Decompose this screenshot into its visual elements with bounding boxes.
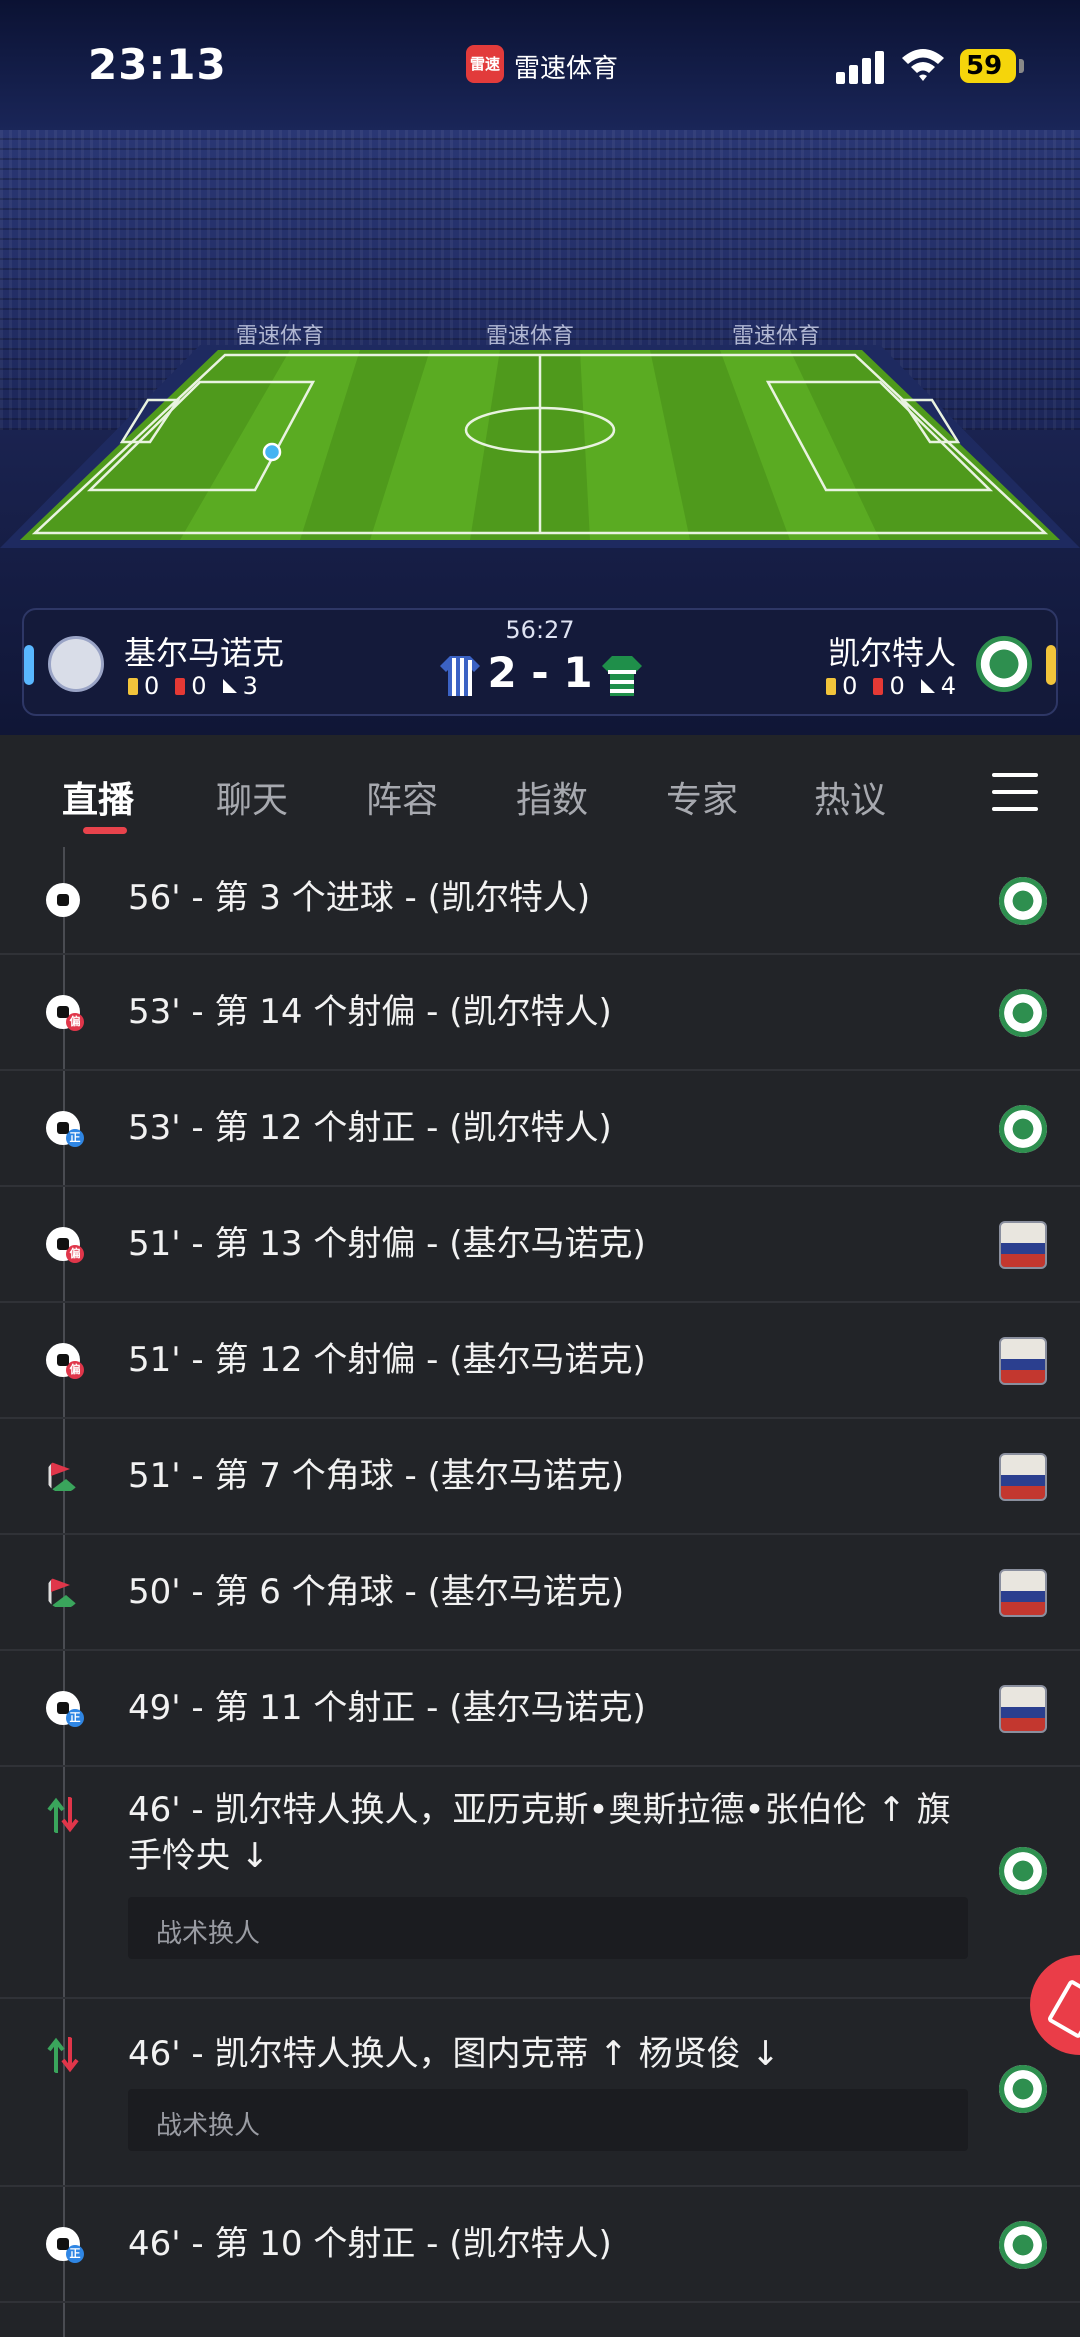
ball-position-marker (262, 442, 282, 462)
event-text: 51' - 第 12 个射偏 - (基尔马诺克) (128, 1340, 646, 1380)
tab-live[interactable]: 直播 (62, 771, 134, 823)
away-corner-count: 4 (940, 672, 956, 700)
event-text: 46' - 凯尔特人换人，图内克蒂 ↑ 杨贤俊 ↓ (128, 2034, 780, 2074)
app-logo-icon: 雷速 (466, 45, 504, 83)
timeline-event[interactable]: 46' - 凯尔特人换人，图内克蒂 ↑ 杨贤俊 ↓ 战术换人 (0, 1999, 1080, 2187)
timeline-event[interactable]: 偏 53' - 第 14 个射偏 - (凯尔特人) (0, 955, 1080, 1071)
away-yellow-count: 0 (842, 672, 858, 700)
reason-text: 战术换人 (156, 2111, 261, 2141)
shot-off-icon: 偏 (46, 1227, 84, 1263)
substitution-icon (47, 1797, 79, 1833)
shot-off-tag: 偏 (66, 1013, 84, 1031)
timeline-event[interactable]: 偏 51' - 第 13 个射偏 - (基尔马诺克) (0, 1187, 1080, 1303)
battery-tip (1019, 59, 1024, 73)
timeline-event[interactable]: 50' - 第 6 个角球 - (基尔马诺克) (0, 1535, 1080, 1651)
event-text: 46' - 第 10 个射正 - (凯尔特人) (128, 2224, 612, 2264)
away-kit-icon (602, 656, 642, 696)
timeline-event[interactable]: 51' - 第 7 个角球 - (基尔马诺克) (0, 1419, 1080, 1535)
signal-icon (836, 50, 886, 84)
ad-board-text: 雷速体育 (486, 324, 575, 349)
tab-chat[interactable]: 聊天 (216, 771, 288, 823)
timeline-event[interactable]: 46' - 凯尔特人换人，亚历克斯•奥斯拉德•张伯伦 ↑ 旗手怜央 ↓ 战术换人 (0, 1767, 1080, 1999)
shot-on-tag: 正 (66, 1129, 84, 1147)
shot-on-tag: 正 (66, 2245, 84, 2263)
celtic-crest-icon (999, 2221, 1047, 2269)
timeline-event[interactable]: 56' - 第 3 个进球 - (凯尔特人) (0, 847, 1080, 955)
shot-off-tag: 偏 (66, 1245, 84, 1263)
kilmarnock-crest-icon (999, 1337, 1047, 1385)
away-side-marker (1046, 645, 1056, 685)
active-tab-indicator (83, 827, 127, 834)
celtic-crest-icon (999, 1105, 1047, 1153)
celtic-crest-icon (999, 1847, 1047, 1895)
corner-flag-icon (48, 1461, 80, 1491)
substitution-icon (47, 2037, 79, 2073)
event-text: 49' - 第 11 个射正 - (基尔马诺克) (128, 1688, 646, 1728)
yellow-card-icon (826, 677, 837, 695)
corner-flag-icon (48, 1577, 80, 1607)
event-text: 51' - 第 13 个射偏 - (基尔马诺克) (128, 1224, 646, 1264)
timeline-event[interactable]: 偏 51' - 第 12 个射偏 - (基尔马诺克) (0, 1303, 1080, 1419)
timeline-event[interactable]: 正 49' - 第 11 个射正 - (基尔马诺克) (0, 1651, 1080, 1767)
away-team-name: 凯尔特人 (827, 634, 956, 672)
menu-icon[interactable] (992, 773, 1038, 811)
event-text: 53' - 第 12 个射正 - (凯尔特人) (128, 1108, 612, 1148)
event-text: 46' - 凯尔特人换人，亚历克斯•奥斯拉德•张伯伦 ↑ 旗手怜央 ↓ (128, 1790, 951, 1876)
away-team-stats: 0 0 4 (826, 672, 956, 700)
ad-board-text: 雷速体育 (236, 324, 325, 349)
kilmarnock-crest-icon (999, 1453, 1047, 1501)
goal-ball-icon (46, 883, 80, 917)
shot-on-icon: 正 (46, 1691, 84, 1727)
event-text: 53' - 第 14 个射偏 - (凯尔特人) (128, 992, 612, 1032)
kilmarnock-crest-icon (999, 1685, 1047, 1733)
shot-on-icon: 正 (46, 1111, 84, 1147)
substitution-reason: 战术换人 (128, 1897, 968, 1959)
ad-board-text: 雷速体育 (732, 324, 821, 349)
shot-off-icon: 偏 (46, 995, 84, 1031)
red-card-icon (873, 677, 884, 695)
substitution-reason: 战术换人 (128, 2089, 968, 2151)
app-title: 雷速体育 (514, 54, 619, 84)
live-event-timeline: 56' - 第 3 个进球 - (凯尔特人) 偏 53' - 第 14 个射偏 … (0, 847, 1080, 2337)
kilmarnock-crest-icon (999, 1569, 1047, 1617)
wifi-icon (902, 49, 944, 81)
tab-odds[interactable]: 指数 (516, 771, 588, 823)
battery-icon: 59 (960, 49, 1016, 83)
tab-discussion[interactable]: 热议 (814, 771, 886, 823)
shot-off-icon: 偏 (46, 1343, 84, 1379)
shot-on-icon: 正 (46, 2227, 84, 2263)
tab-bar: 直播 聊天 阵容 指数 专家 热议 (0, 735, 1080, 845)
timeline-event[interactable]: 正 46' - 第 10 个射正 - (凯尔特人) (0, 2187, 1080, 2303)
corner-icon (920, 679, 935, 693)
tab-experts[interactable]: 专家 (666, 771, 738, 823)
status-time: 23:13 (88, 40, 227, 89)
kilmarnock-crest-icon (999, 1221, 1047, 1269)
status-bar: 23:13 雷速 雷速体育 59 (0, 0, 1080, 130)
reason-text: 战术换人 (156, 1919, 261, 1949)
celtic-crest-icon (999, 989, 1047, 1037)
timeline-event[interactable]: 正 53' - 第 12 个射正 - (凯尔特人) (0, 1071, 1080, 1187)
celtic-crest-icon (999, 877, 1047, 925)
away-red-count: 0 (889, 672, 905, 700)
shot-on-tag: 正 (66, 1709, 84, 1727)
stadium-banner: 23:13 雷速 雷速体育 59 雷速体育 雷速体育 雷速体育 基尔马诺克 0 … (0, 0, 1080, 735)
event-text: 50' - 第 6 个角球 - (基尔马诺克) (128, 1572, 625, 1612)
celtic-crest-icon (999, 2065, 1047, 2113)
celtic-crest-icon (976, 636, 1032, 692)
match-scorebar[interactable]: 基尔马诺克 0 0 3 56:27 2 - 1 凯尔特人 0 0 4 (22, 608, 1058, 716)
event-text: 56' - 第 3 个进球 - (凯尔特人) (128, 878, 591, 918)
shot-off-tag: 偏 (66, 1361, 84, 1379)
tab-lineup[interactable]: 阵容 (366, 771, 438, 823)
event-text: 51' - 第 7 个角球 - (基尔马诺克) (128, 1456, 625, 1496)
